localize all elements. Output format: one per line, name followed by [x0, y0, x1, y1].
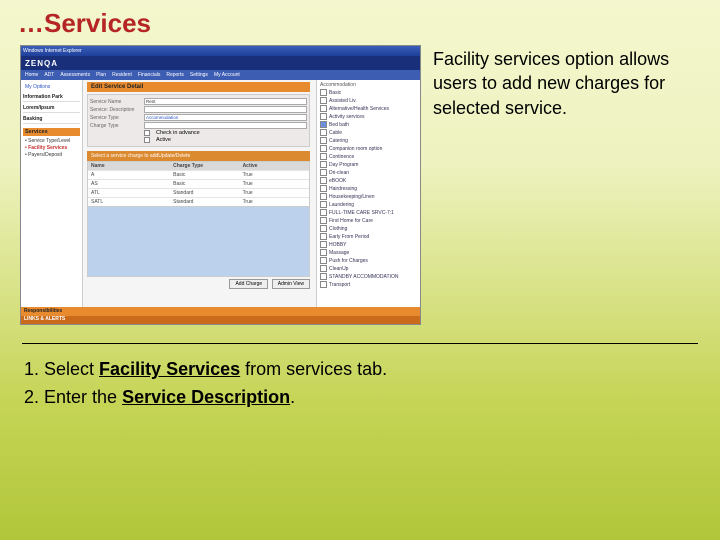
nav-tab[interactable]: Assessments — [60, 72, 90, 78]
footer-responsibilities: Responsibilities — [21, 307, 420, 316]
sidebar-services-header: Services — [23, 128, 80, 136]
sidebar-section: Information Park — [23, 94, 80, 102]
left-sidebar: My Options Information Park Lorem/Ipsum Ba… — [21, 80, 83, 307]
service-form: Service Name Rent Service: Description Se… — [87, 94, 310, 147]
service-name-label: Service Name — [90, 99, 140, 105]
nav-tab[interactable]: Financials — [138, 72, 161, 78]
window-titlebar: Windows Internet Explorer — [21, 46, 420, 56]
nav-tab[interactable]: Settings — [190, 72, 208, 78]
service-checkbox-item[interactable]: Push for Charges — [320, 257, 417, 265]
sidebar-item[interactable]: Payers/Deposit — [25, 152, 80, 159]
nav-tab[interactable]: My Account — [214, 72, 240, 78]
service-type-select[interactable]: Accommodation — [144, 114, 307, 121]
table-cell: True — [240, 180, 309, 188]
right-panel: Accommodation BasicAssisted Liv.Alternat… — [316, 80, 420, 307]
page-title: …Services — [0, 0, 720, 39]
table-row[interactable]: ABasicTrue — [88, 170, 309, 179]
sidebar-item[interactable]: Service Type/Level — [25, 138, 80, 145]
service-checkbox-item[interactable]: HOBBY — [320, 241, 417, 249]
step-2: 2. Enter the Service Description. — [24, 384, 696, 412]
app-brand: ZENQA — [21, 56, 420, 70]
table-cell: Standard — [170, 189, 239, 197]
step-1: 1. Select Facility Services from service… — [24, 356, 696, 384]
table-cell: True — [240, 171, 309, 179]
charge-type-select[interactable] — [144, 122, 307, 129]
divider — [22, 343, 698, 344]
service-type-label: Service Type — [90, 115, 140, 121]
nav-tab[interactable]: Reports — [166, 72, 184, 78]
service-checkbox-item[interactable]: STANDBY ACCOMMODATION — [320, 273, 417, 281]
service-checkbox-item[interactable]: Dri-clean — [320, 169, 417, 177]
service-checkbox-item[interactable]: Day Program — [320, 161, 417, 169]
edit-service-header: Edit Service Detail — [87, 82, 310, 92]
service-checkbox-item[interactable]: Hairdressing — [320, 185, 417, 193]
sidebar-item[interactable]: Facility Services — [25, 145, 80, 152]
add-charge-button[interactable]: Add Charge — [229, 279, 268, 289]
nav-tab[interactable]: ADT — [44, 72, 54, 78]
charge-type-label: Charge Type — [90, 123, 140, 129]
service-checkbox-item[interactable]: Alternative/Health Services — [320, 105, 417, 113]
steps-list: 1. Select Facility Services from service… — [0, 356, 720, 412]
column-header: Charge Type — [170, 162, 239, 170]
active-label: Active — [156, 137, 171, 143]
sidebar-section: Lorem/Ipsum — [23, 105, 80, 113]
service-checkbox-item[interactable]: Companion room option — [320, 145, 417, 153]
service-checkbox-item[interactable]: Transport — [320, 281, 417, 289]
service-checkbox-item[interactable]: eBOOK — [320, 177, 417, 185]
column-header: Name — [88, 162, 170, 170]
table-cell: A — [88, 171, 170, 179]
service-checkbox-item[interactable]: First Home for Care — [320, 217, 417, 225]
nav-tab[interactable]: Plan — [96, 72, 106, 78]
table-cell: Standard — [170, 198, 239, 206]
main-nav[interactable]: Home ADT Assessments Plan Resident Financials… — [21, 70, 420, 80]
sidebar-section: Basking — [23, 116, 80, 124]
service-checkbox-item[interactable]: FULL-TIME CARE SRVC-7:1 — [320, 209, 417, 217]
welcome-link[interactable]: My Options — [25, 84, 80, 90]
service-checkbox-item[interactable]: Laundering — [320, 201, 417, 209]
charges-table-header: Select a service charge to addUpdate/Del… — [87, 151, 310, 161]
service-desc-input[interactable] — [144, 106, 307, 113]
charges-table: NameCharge TypeActive ABasicTrueASBasicT… — [87, 161, 310, 207]
table-row[interactable]: SATLStandardTrue — [88, 197, 309, 206]
table-cell: ATL — [88, 189, 170, 197]
app-screenshot: Windows Internet Explorer ZENQA Home ADT A… — [20, 45, 421, 325]
footer-links: LINKS & ALERTS — [21, 316, 420, 324]
table-empty-area — [87, 207, 310, 277]
column-header: Active — [240, 162, 309, 170]
right-panel-label: Accommodation — [320, 82, 417, 88]
description-text: Facility services option allows users to… — [433, 45, 700, 120]
check-advance-label: Check in advance — [156, 130, 200, 136]
table-cell: AS — [88, 180, 170, 188]
table-cell: SATL — [88, 198, 170, 206]
service-checkbox-item[interactable]: Assisted Liv. — [320, 97, 417, 105]
service-desc-label: Service: Description — [90, 107, 140, 113]
service-checkbox-item[interactable]: Massage — [320, 249, 417, 257]
service-checkbox-item[interactable]: Housekeeping/Linen — [320, 193, 417, 201]
table-cell: Basic — [170, 171, 239, 179]
service-name-input[interactable]: Rent — [144, 98, 307, 105]
table-row[interactable]: ASBasicTrue — [88, 179, 309, 188]
service-checkbox-item[interactable]: Clothing — [320, 225, 417, 233]
service-checkbox-item[interactable]: Catering — [320, 137, 417, 145]
nav-tab[interactable]: Home — [25, 72, 38, 78]
active-checkbox[interactable] — [144, 137, 150, 143]
service-checkbox-item[interactable]: Activity services — [320, 113, 417, 121]
service-checkbox-item[interactable]: CleanUp — [320, 265, 417, 273]
check-advance-checkbox[interactable] — [144, 130, 150, 136]
table-cell: True — [240, 198, 309, 206]
service-checkbox-item[interactable]: Bed bath — [320, 121, 417, 129]
table-cell: True — [240, 189, 309, 197]
admin-view-button[interactable]: Admin View — [272, 279, 310, 289]
service-checkbox-item[interactable]: Cable — [320, 129, 417, 137]
table-cell: Basic — [170, 180, 239, 188]
table-row[interactable]: ATLStandardTrue — [88, 188, 309, 197]
service-checkbox-item[interactable]: Early From Period — [320, 233, 417, 241]
service-checkbox-item[interactable]: Continence — [320, 153, 417, 161]
nav-tab[interactable]: Resident — [112, 72, 132, 78]
service-checkbox-item[interactable]: Basic — [320, 89, 417, 97]
